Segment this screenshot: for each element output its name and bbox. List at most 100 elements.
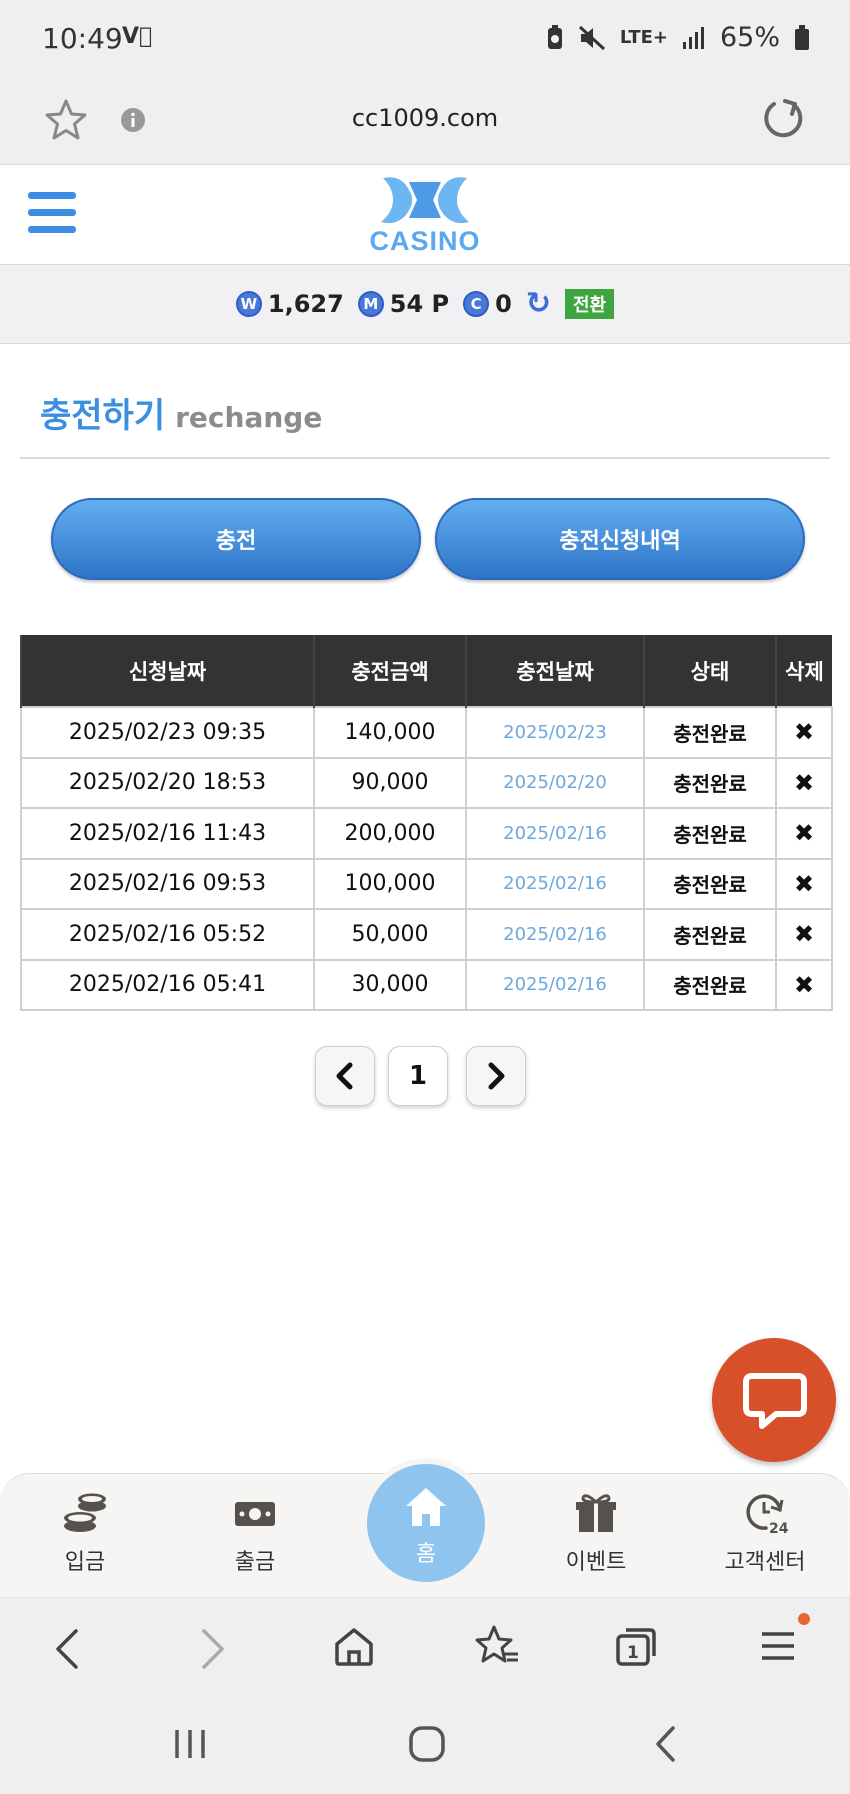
nav-deposit[interactable]: 입금 [20, 1492, 150, 1576]
won-amount: 1,627 [267, 290, 344, 318]
chat-icon [743, 1373, 807, 1429]
c-coin-icon: C [463, 291, 490, 317]
site-header: CASINO [0, 165, 850, 264]
status: 충전완료 [643, 706, 777, 759]
menu-icon[interactable] [28, 192, 76, 234]
mute-icon [578, 25, 605, 50]
system-navigation-bar [0, 1697, 850, 1794]
coin-balance: C 0 [463, 290, 512, 318]
support-24-icon: 24 [746, 1494, 789, 1537]
won-balance: W 1,627 [235, 290, 344, 318]
charge-amount: 100,000 [313, 857, 467, 910]
charge-date: 2025/02/16 [465, 908, 645, 961]
col-status: 상태 [643, 635, 776, 707]
signal-icon [682, 26, 704, 49]
nav-home[interactable]: 홈 [361, 1458, 491, 1588]
back-icon[interactable] [52, 1628, 82, 1670]
col-request-date: 신청날짜 [20, 635, 314, 707]
point-amount: 54 P [389, 290, 450, 318]
delete-icon[interactable]: ✖ [775, 807, 833, 860]
system-back-icon[interactable] [652, 1725, 678, 1763]
prev-page-button[interactable] [315, 1046, 375, 1106]
battery-icon [795, 24, 809, 50]
table-row: 2025/02/16 05:41 30,000 2025/02/16 충전완료 … [20, 958, 833, 1011]
won-coin-icon: W [235, 291, 262, 317]
tabs-icon[interactable]: 1 [614, 1626, 658, 1668]
charge-date: 2025/02/20 [465, 756, 645, 809]
live-chat-button[interactable] [712, 1338, 836, 1462]
delete-icon[interactable]: ✖ [775, 706, 833, 759]
casino-logo[interactable]: CASINO [365, 170, 485, 258]
nav-event-label: 이벤트 [565, 1550, 627, 1575]
recent-apps-icon[interactable] [172, 1727, 208, 1761]
browser-menu-icon[interactable] [758, 1612, 812, 1668]
status: 충전완료 [643, 908, 777, 961]
charge-amount: 90,000 [313, 756, 467, 809]
status: 충전완료 [643, 756, 777, 809]
status-icons: LTE+ 65% [546, 22, 810, 53]
nav-support-label: 고객센터 [724, 1550, 806, 1575]
table-row: 2025/02/16 11:43 200,000 2025/02/16 충전완료… [20, 807, 833, 860]
nav-withdraw[interactable]: 출금 [190, 1492, 320, 1576]
next-page-button[interactable] [466, 1046, 526, 1106]
svg-text:1: 1 [627, 1643, 639, 1663]
browser-home-icon[interactable] [333, 1626, 375, 1668]
nav-withdraw-label: 출금 [234, 1550, 276, 1575]
nav-event[interactable]: 이벤트 [531, 1492, 661, 1576]
charge-amount: 140,000 [313, 706, 467, 759]
cash-icon [235, 1502, 275, 1526]
charge-date: 2025/02/16 [465, 807, 645, 860]
request-date: 2025/02/16 09:53 [20, 857, 315, 910]
nav-home-label: 홈 [415, 1542, 437, 1567]
system-home-icon[interactable] [408, 1725, 446, 1763]
bookmarks-icon[interactable] [474, 1624, 520, 1668]
refresh-balance-icon[interactable]: ↻ [526, 289, 551, 319]
status: 충전완료 [643, 857, 777, 910]
col-delete: 삭제 [775, 635, 832, 707]
volte-icon: V⃝ [122, 24, 153, 49]
table-row: 2025/02/16 05:52 50,000 2025/02/16 충전완료 … [20, 908, 833, 961]
charge-amount: 50,000 [313, 908, 467, 961]
logo-emblem-icon [381, 177, 469, 224]
nav-deposit-label: 입금 [64, 1550, 106, 1575]
network-type: LTE+ [619, 27, 668, 48]
request-date: 2025/02/16 11:43 [20, 807, 315, 860]
forward-icon[interactable] [198, 1628, 228, 1670]
page-number-button[interactable]: 1 [388, 1046, 448, 1106]
point-coin-icon: M [357, 291, 384, 317]
browser-address-bar: cc1009.com [0, 80, 850, 165]
col-amount: 충전금액 [313, 635, 466, 707]
point-balance: M 54 P [357, 290, 450, 318]
delete-icon[interactable]: ✖ [775, 756, 833, 809]
charge-date: 2025/02/16 [465, 958, 645, 1011]
browser-toolbar: 1 [0, 1597, 850, 1697]
title-divider [20, 457, 830, 459]
coins-icon [64, 1493, 106, 1532]
switch-button[interactable]: 전환 [564, 289, 615, 319]
table-row: 2025/02/20 18:53 90,000 2025/02/20 충전완료 … [20, 756, 833, 809]
request-date: 2025/02/23 09:35 [20, 706, 315, 759]
charge-amount: 30,000 [313, 958, 467, 1011]
delete-icon[interactable]: ✖ [775, 857, 833, 910]
status-time: 10:49 [42, 22, 123, 55]
status-bar: 10:49 V⃝ LTE+ 65% [0, 0, 850, 80]
page-title-english: rechange [175, 401, 323, 434]
charge-amount: 200,000 [313, 807, 467, 860]
delete-icon[interactable]: ✖ [775, 908, 833, 961]
table-row: 2025/02/16 09:53 100,000 2025/02/16 충전완료… [20, 857, 833, 910]
delete-icon[interactable]: ✖ [775, 958, 833, 1011]
request-date: 2025/02/16 05:52 [20, 908, 315, 961]
chevron-right-icon [488, 1062, 505, 1090]
table-header-row: 신청날짜 충전금액 충전날짜 상태 삭제 [20, 635, 832, 707]
coin-amount: 0 [495, 290, 512, 318]
status: 충전완료 [643, 807, 777, 860]
reload-icon[interactable] [760, 95, 806, 141]
nav-support[interactable]: 24 고객센터 [700, 1492, 830, 1576]
svg-text:24: 24 [769, 1521, 788, 1534]
gift-icon [576, 1494, 616, 1532]
charge-history-button[interactable]: 충전신청내역 [435, 498, 805, 580]
url-text[interactable]: cc1009.com [0, 104, 850, 132]
charge-button[interactable]: 충전 [51, 498, 421, 580]
charge-date: 2025/02/16 [465, 857, 645, 910]
battery-percent: 65% [719, 22, 780, 53]
